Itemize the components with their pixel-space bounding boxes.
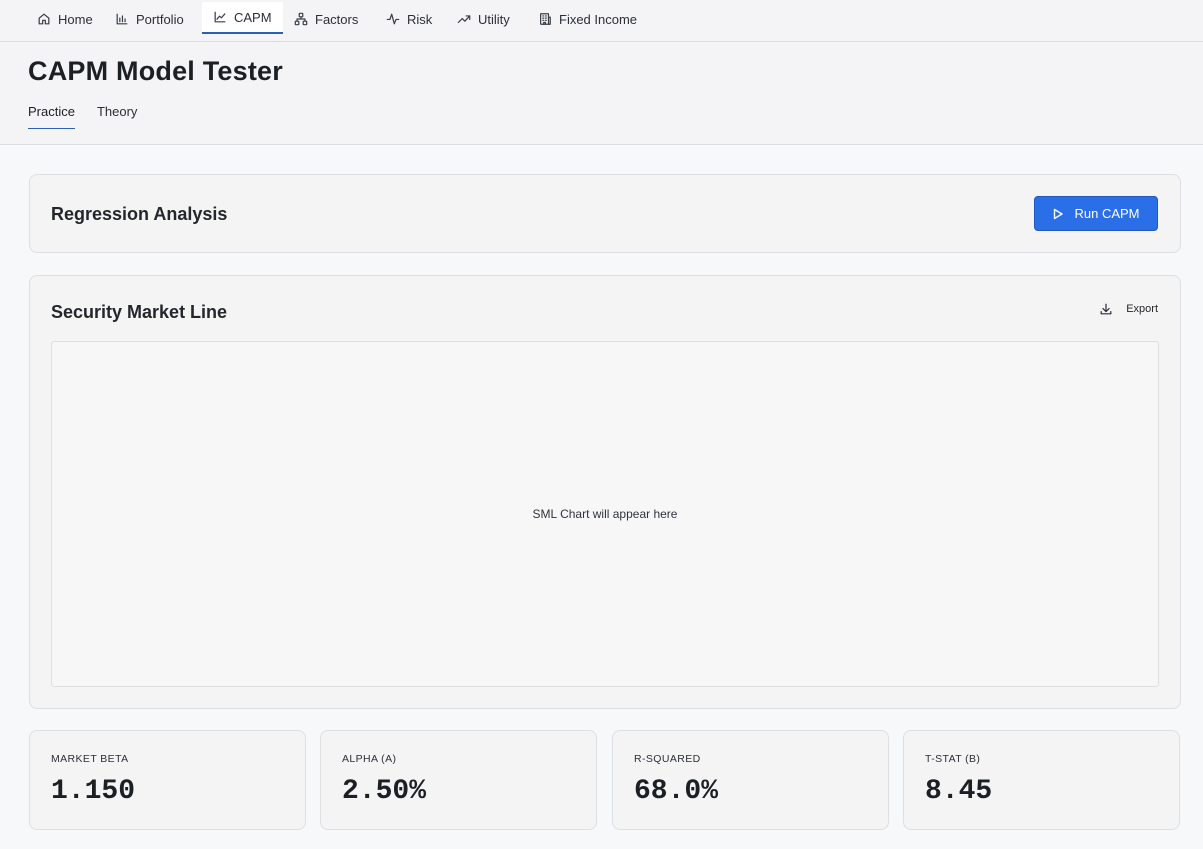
metric-value: 68.0%	[634, 776, 719, 807]
metric-label: R-SQUARED	[634, 753, 701, 765]
export-label: Export	[1126, 303, 1158, 315]
chart-placeholder-text: SML Chart will appear here	[532, 507, 678, 521]
tab-theory[interactable]: Theory	[97, 104, 137, 129]
metric-card-alpha: ALPHA (A) 2.50%	[320, 730, 597, 830]
nav-item-label: Home	[58, 11, 93, 27]
metric-card-r-squared: R-SQUARED 68.0%	[612, 730, 889, 830]
nav-item-label: Factors	[315, 11, 359, 27]
bar-chart-icon	[116, 13, 128, 25]
nav-item-fixed-income[interactable]: Fixed Income	[527, 2, 651, 36]
metric-label: T-STAT (B)	[925, 753, 981, 765]
nav-item-utility[interactable]: Utility	[446, 2, 527, 36]
activity-icon	[386, 13, 400, 25]
metric-label: MARKET BETA	[51, 753, 129, 765]
nav-item-label: CAPM	[234, 9, 272, 25]
sml-card: Security Market Line Export SML Chart wi…	[29, 275, 1181, 709]
nav-item-label: Fixed Income	[559, 11, 638, 27]
page-title: CAPM Model Tester	[28, 56, 283, 86]
nav-item-capm[interactable]: CAPM	[202, 2, 283, 34]
network-icon	[294, 12, 308, 26]
metric-label: ALPHA (A)	[342, 753, 397, 765]
nav-item-home[interactable]: Home	[26, 2, 104, 36]
nav-item-risk[interactable]: Risk	[375, 2, 446, 36]
page-header: CAPM Model Tester Practice Theory	[0, 42, 1203, 145]
download-icon	[1100, 303, 1112, 315]
top-nav: Home Portfolio CAPM Factors Risk Utility…	[0, 0, 1203, 42]
metric-card-market-beta: MARKET BETA 1.150	[29, 730, 306, 830]
nav-item-factors[interactable]: Factors	[283, 2, 375, 36]
metric-value: 1.150	[51, 776, 136, 807]
run-capm-label: Run CAPM	[1074, 206, 1140, 221]
trending-up-icon	[457, 15, 471, 24]
regression-title: Regression Analysis	[51, 204, 228, 224]
building-icon	[540, 13, 551, 25]
line-chart-icon	[214, 11, 226, 23]
nav-item-label: Portfolio	[136, 11, 184, 27]
nav-item-label: Risk	[407, 11, 433, 27]
sub-tabs: Practice Theory	[28, 104, 137, 129]
tab-practice[interactable]: Practice	[28, 104, 75, 129]
sml-title: Security Market Line	[51, 302, 228, 322]
metric-value: 8.45	[925, 776, 993, 807]
run-capm-button[interactable]: Run CAPM	[1034, 196, 1158, 231]
export-button[interactable]: Export	[1099, 302, 1158, 316]
nav-item-label: Utility	[478, 11, 510, 27]
play-icon	[1054, 208, 1064, 219]
nav-item-portfolio[interactable]: Portfolio	[104, 2, 202, 36]
sml-chart-area: SML Chart will appear here	[51, 341, 1159, 687]
home-icon	[38, 13, 50, 25]
metric-value: 2.50%	[342, 776, 427, 807]
metric-card-t-stat: T-STAT (B) 8.45	[903, 730, 1180, 830]
regression-card: Regression Analysis Run CAPM	[29, 174, 1181, 253]
